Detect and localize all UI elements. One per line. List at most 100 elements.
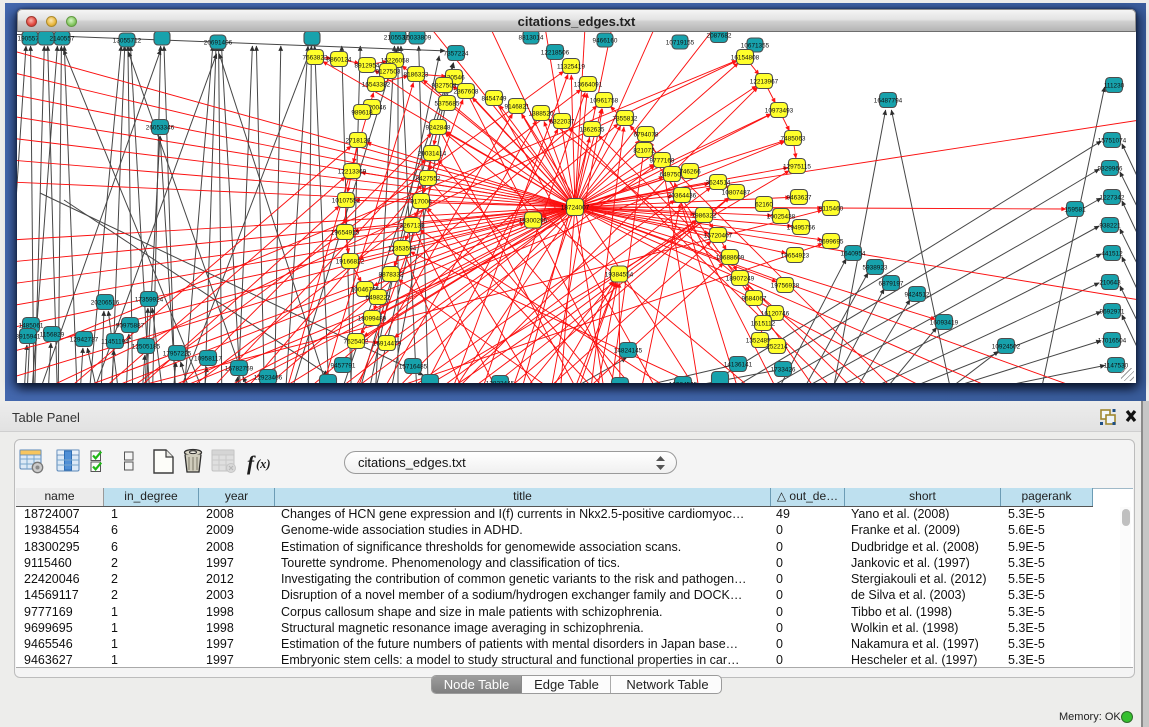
svg-text:252214: 252214 xyxy=(766,343,788,350)
svg-text:10924505: 10924505 xyxy=(669,381,698,383)
svg-text:17016504: 17016504 xyxy=(1098,337,1127,344)
svg-text:7625402: 7625402 xyxy=(344,338,369,345)
svg-text:26053346: 26053346 xyxy=(146,124,175,131)
svg-text:9127503: 9127503 xyxy=(376,68,401,75)
svg-text:16093419: 16093419 xyxy=(930,319,959,326)
svg-text:9424512: 9424512 xyxy=(905,291,930,298)
svg-text:6498222: 6498222 xyxy=(366,294,391,301)
svg-text:15716485: 15716485 xyxy=(399,363,428,370)
svg-text:6794078: 6794078 xyxy=(634,131,659,138)
svg-text:90975887: 90975887 xyxy=(116,322,145,329)
svg-text:20031414: 20031414 xyxy=(418,150,447,157)
svg-text:5375685: 5375685 xyxy=(435,100,460,107)
svg-text:7485063: 7485063 xyxy=(781,135,806,142)
svg-text:9699695: 9699695 xyxy=(819,238,844,245)
svg-text:2140557: 2140557 xyxy=(50,35,75,42)
svg-text:8813014: 8813014 xyxy=(519,34,544,41)
svg-text:8860124: 8860124 xyxy=(327,56,352,63)
svg-text:18724007: 18724007 xyxy=(561,204,590,211)
svg-text:9777169: 9777169 xyxy=(650,157,675,164)
svg-text:8454749: 8454749 xyxy=(482,95,507,102)
svg-text:19654915: 19654915 xyxy=(331,229,360,236)
svg-text:10807487: 10807487 xyxy=(722,189,751,196)
svg-text:10033809: 10033809 xyxy=(403,34,432,41)
svg-text:7355812: 7355812 xyxy=(613,115,638,122)
svg-text:16543382: 16543382 xyxy=(362,81,391,88)
svg-text:16487794: 16487794 xyxy=(874,97,903,104)
svg-text:10973493: 10973493 xyxy=(765,107,794,114)
svg-text:9457791: 9457791 xyxy=(331,362,356,369)
svg-text:10025438: 10025438 xyxy=(767,213,796,220)
svg-text:9115460: 9115460 xyxy=(819,205,844,212)
svg-text:111230: 111230 xyxy=(1104,82,1125,89)
svg-text:19166822: 19166822 xyxy=(336,258,365,265)
svg-text:6322037: 6322037 xyxy=(550,118,575,125)
svg-text:1156829: 1156829 xyxy=(40,331,65,338)
svg-text:12213369: 12213369 xyxy=(338,168,367,175)
svg-text:13055712: 13055712 xyxy=(113,37,142,44)
svg-text:9463627: 9463627 xyxy=(787,194,812,201)
svg-text:210643: 210643 xyxy=(1099,279,1121,286)
svg-text:12353594: 12353594 xyxy=(388,245,417,252)
svg-text:15720407: 15720407 xyxy=(704,232,733,239)
svg-text:10958117: 10958117 xyxy=(194,355,222,362)
svg-text:20364436: 20364436 xyxy=(668,192,697,199)
svg-text:17957225: 17957225 xyxy=(163,350,192,357)
svg-text:1388520: 1388520 xyxy=(529,110,554,117)
svg-text:7986322: 7986322 xyxy=(692,212,717,219)
svg-text:12213967: 12213967 xyxy=(750,78,779,85)
svg-text:18099489: 18099489 xyxy=(358,315,387,322)
svg-text:1362635: 1362635 xyxy=(580,126,605,133)
svg-text:14824145: 14824145 xyxy=(614,347,643,354)
svg-text:20206516: 20206516 xyxy=(91,299,120,306)
svg-text:15751074: 15751074 xyxy=(1098,137,1127,144)
svg-text:16154808: 16154808 xyxy=(731,54,760,61)
svg-text:2718126: 2718126 xyxy=(346,137,371,144)
svg-text:3267130: 3267130 xyxy=(400,222,425,229)
svg-text:2367608: 2367608 xyxy=(454,88,479,95)
svg-text:7663822: 7663822 xyxy=(303,54,328,61)
svg-text:441512: 441512 xyxy=(1101,250,1123,257)
svg-text:18300295: 18300295 xyxy=(519,217,548,224)
svg-text:10719155: 10719155 xyxy=(666,39,695,46)
svg-text:19756928: 19756928 xyxy=(771,282,800,289)
svg-text:12942737: 12942737 xyxy=(70,336,99,343)
svg-text:989618: 989618 xyxy=(351,109,373,116)
svg-text:6879197: 6879197 xyxy=(879,280,904,287)
svg-text:19654923: 19654923 xyxy=(781,252,810,259)
svg-text:(x): (x) xyxy=(256,457,271,471)
svg-text:9146821: 9146821 xyxy=(505,103,530,110)
svg-text:12923466: 12923466 xyxy=(254,374,283,381)
svg-text:9242848: 9242848 xyxy=(426,124,451,131)
svg-text:20691406: 20691406 xyxy=(204,39,233,46)
svg-text:12975115: 12975115 xyxy=(783,163,811,170)
svg-text:10671355: 10671355 xyxy=(741,42,770,49)
svg-text:16914479: 16914479 xyxy=(373,340,402,347)
svg-text:16782759: 16782759 xyxy=(225,365,254,372)
svg-text:9692971: 9692971 xyxy=(1100,308,1125,315)
svg-text:62160: 62160 xyxy=(755,201,773,208)
svg-text:9684067: 9684067 xyxy=(742,295,767,302)
svg-text:9329966: 9329966 xyxy=(1098,165,1123,172)
svg-text:821072: 821072 xyxy=(633,147,655,154)
svg-text:10688609: 10688609 xyxy=(716,254,745,261)
svg-text:12823445: 12823445 xyxy=(486,380,515,383)
svg-text:19495756: 19495756 xyxy=(787,224,816,231)
svg-text:5938923: 5938923 xyxy=(863,264,888,271)
svg-text:1615112: 1615112 xyxy=(751,320,776,327)
svg-text:938221: 938221 xyxy=(1099,222,1121,229)
svg-text:746266: 746266 xyxy=(679,168,701,175)
svg-text:12218506: 12218506 xyxy=(541,49,570,56)
svg-text:8427552: 8427552 xyxy=(416,175,441,182)
svg-text:1640954: 1640954 xyxy=(841,250,866,257)
svg-text:19384554: 19384554 xyxy=(605,271,634,278)
svg-text:1733426: 1733426 xyxy=(771,366,796,373)
svg-text:12505185: 12505185 xyxy=(132,343,161,350)
svg-text:10107552: 10107552 xyxy=(332,197,361,204)
svg-text:11325419: 11325419 xyxy=(557,63,585,70)
svg-text:7357224: 7357224 xyxy=(444,50,469,57)
svg-text:11451194: 11451194 xyxy=(101,338,129,345)
svg-text:13664091: 13664091 xyxy=(574,81,603,88)
svg-text:2087682: 2087682 xyxy=(707,32,732,39)
svg-text:3624514: 3624514 xyxy=(706,179,731,186)
